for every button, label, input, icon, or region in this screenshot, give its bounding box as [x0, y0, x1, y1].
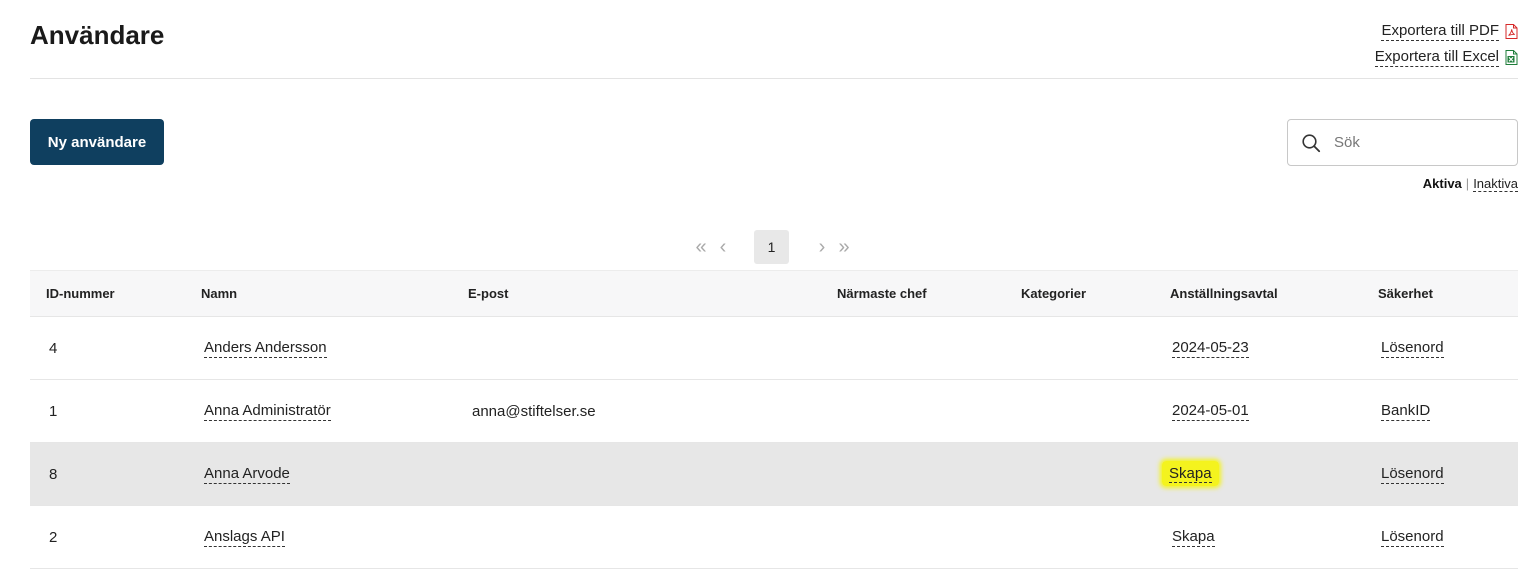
row-email: anna@stiftelser.se: [472, 402, 596, 420]
security-link[interactable]: Lösenord: [1381, 465, 1444, 484]
page-title: Användare: [30, 20, 165, 50]
status-filter: Aktiva | Inaktiva: [1423, 176, 1518, 192]
user-name-link[interactable]: Anslags API: [204, 528, 285, 547]
table-row: 2 Anslags API Skapa Lösenord: [30, 506, 1518, 569]
excel-file-icon: [1505, 49, 1518, 65]
row-id: 1: [49, 402, 58, 420]
create-contract-link[interactable]: Skapa: [1169, 465, 1212, 483]
pdf-file-icon: [1505, 23, 1518, 39]
header-name[interactable]: Namn: [201, 286, 237, 301]
user-name-link[interactable]: Anna Arvode: [204, 465, 290, 484]
filter-separator: |: [1465, 176, 1470, 191]
security-link[interactable]: BankID: [1381, 402, 1431, 421]
filter-active[interactable]: Aktiva: [1423, 176, 1462, 191]
first-page-icon[interactable]: «: [690, 230, 712, 264]
export-excel-label: Exportera till Excel: [1374, 47, 1499, 67]
search-input[interactable]: [1334, 134, 1504, 151]
security-link[interactable]: Lösenord: [1381, 339, 1444, 358]
next-page-icon[interactable]: ›: [811, 230, 833, 264]
user-name-link[interactable]: Anna Administratör: [204, 402, 331, 421]
header-chief[interactable]: Närmaste chef: [837, 286, 927, 301]
last-page-icon[interactable]: »: [833, 230, 855, 264]
header-security[interactable]: Säkerhet: [1378, 286, 1433, 301]
header-divider: [30, 78, 1518, 79]
search-icon: [1302, 133, 1321, 152]
header-email[interactable]: E-post: [468, 286, 508, 301]
table-row-hovered: 8 Anna Arvode Skapa Lösenord: [30, 443, 1518, 506]
table-header: ID-nummer Namn E-post Närmaste chef Kate…: [30, 270, 1518, 317]
contract-link[interactable]: 2024-05-01: [1172, 402, 1249, 421]
new-user-button[interactable]: Ny användare: [30, 119, 164, 165]
export-pdf-label: Exportera till PDF: [1381, 21, 1499, 41]
export-excel-link[interactable]: Exportera till Excel: [1374, 44, 1518, 70]
table-row: 1 Anna Administratör anna@stiftelser.se …: [30, 380, 1518, 443]
header-id[interactable]: ID-nummer: [46, 286, 115, 301]
search-box[interactable]: [1287, 119, 1518, 166]
export-links: Exportera till PDF Exportera till Excel: [1374, 18, 1518, 70]
contract-create-highlight: Skapa: [1162, 461, 1219, 486]
row-id: 4: [49, 339, 58, 357]
table-row: 4 Anders Andersson 2024-05-23 Lösenord: [30, 317, 1518, 380]
row-id: 2: [49, 528, 58, 546]
users-table: ID-nummer Namn E-post Närmaste chef Kate…: [30, 270, 1518, 569]
user-name-link[interactable]: Anders Andersson: [204, 339, 327, 358]
export-pdf-link[interactable]: Exportera till PDF: [1375, 18, 1518, 44]
row-id: 8: [49, 465, 58, 483]
pagination: « ‹ 1 › »: [690, 230, 855, 264]
header-categories[interactable]: Kategorier: [1021, 286, 1086, 301]
create-contract-link[interactable]: Skapa: [1172, 528, 1215, 547]
previous-page-icon[interactable]: ‹: [712, 230, 734, 264]
filter-inactive[interactable]: Inaktiva: [1473, 176, 1518, 192]
contract-link[interactable]: 2024-05-23: [1172, 339, 1249, 358]
page-number-current[interactable]: 1: [754, 230, 789, 264]
security-link[interactable]: Lösenord: [1381, 528, 1444, 547]
header-contract[interactable]: Anställningsavtal: [1170, 286, 1278, 301]
